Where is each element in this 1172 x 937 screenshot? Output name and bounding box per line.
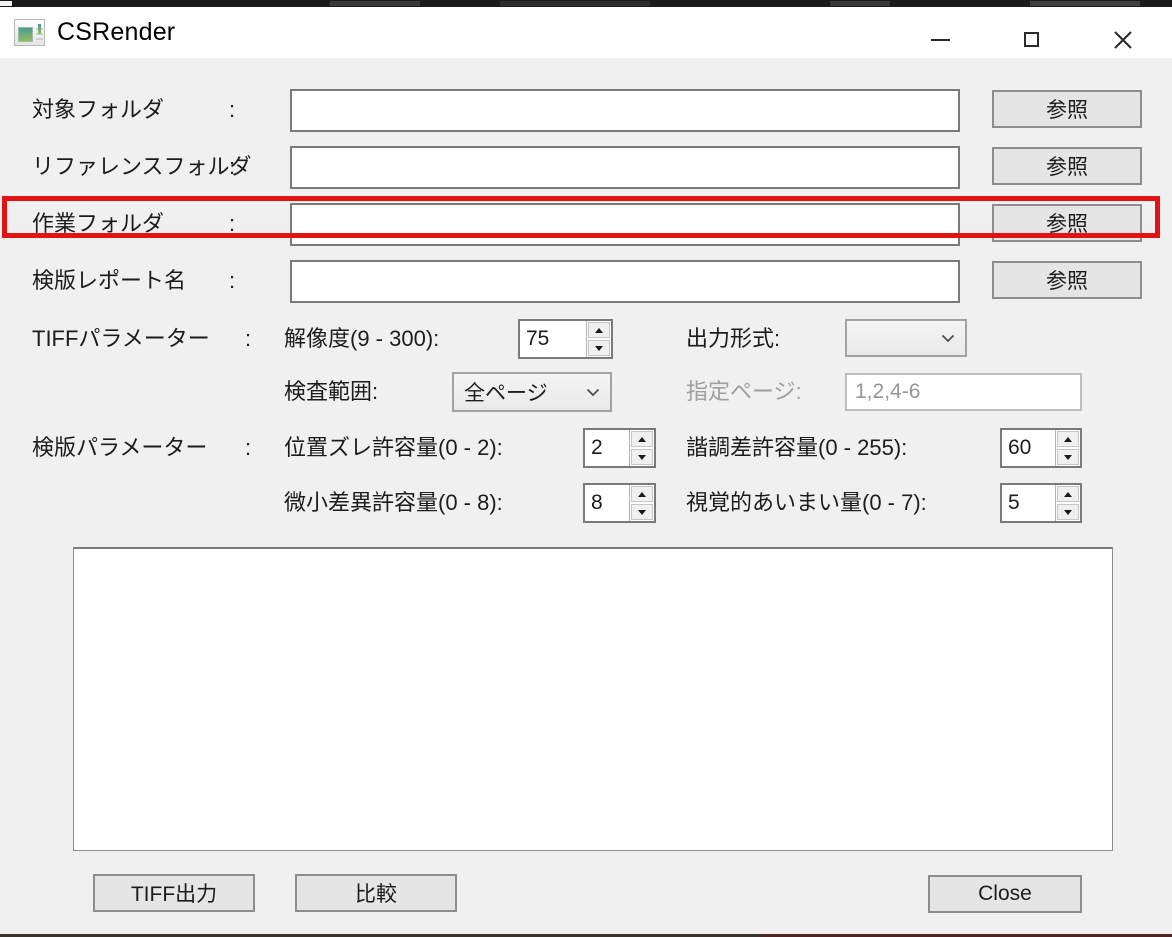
tone-tolerance-spinner — [1000, 428, 1082, 468]
tiff-output-button[interactable]: TIFF出力 — [93, 874, 255, 912]
target-folder-browse-button[interactable]: 参照 — [992, 90, 1142, 128]
work-folder-colon: : — [229, 211, 236, 236]
background-window-edge — [0, 0, 1172, 7]
triangle-down-icon — [595, 345, 603, 351]
scan-range-label: 検査範囲: — [284, 379, 379, 404]
resolution-spinner — [518, 319, 613, 359]
csrender-window: CSRender 対象フォルダ : 参照 リファレンスフォルダ : 参照 作業フ… — [0, 0, 1172, 937]
visual-spin-up-button[interactable] — [1057, 486, 1079, 502]
report-name-input[interactable] — [290, 260, 960, 303]
minor-spin-up-button[interactable] — [631, 486, 653, 502]
triangle-up-icon — [1064, 491, 1072, 497]
resolution-spin-up-button[interactable] — [588, 322, 610, 338]
triangle-down-icon — [1064, 454, 1072, 460]
minor-diff-tolerance-spinner — [583, 483, 656, 523]
scan-range-select[interactable]: 全ページ — [452, 372, 612, 412]
pages-label: 指定ページ: — [686, 379, 802, 404]
minor-diff-tolerance-input[interactable] — [585, 485, 629, 521]
pages-input[interactable] — [845, 373, 1082, 411]
maximize-button[interactable] — [996, 14, 1066, 65]
chevron-down-icon — [941, 334, 955, 342]
triangle-down-icon — [638, 454, 646, 460]
reference-folder-colon: : — [229, 154, 236, 179]
tone-tolerance-label: 諧調差許容量(0 - 255): — [686, 435, 908, 460]
window-title: CSRender — [57, 18, 176, 46]
triangle-up-icon — [1064, 436, 1072, 442]
app-icon — [14, 19, 45, 46]
tone-tolerance-input[interactable] — [1002, 430, 1055, 466]
triangle-up-icon — [638, 436, 646, 442]
resolution-spin-down-button[interactable] — [588, 340, 610, 356]
resolution-spinner-input[interactable] — [520, 321, 586, 357]
target-folder-input[interactable] — [290, 89, 960, 132]
report-name-colon: : — [229, 268, 236, 293]
visual-ambiguity-label: 視覚的あいまい量(0 - 7): — [686, 490, 927, 515]
minimize-button[interactable] — [905, 14, 975, 65]
inspection-params-label: 検版パラメーター — [32, 435, 208, 460]
resolution-label: 解像度(9 - 300): — [284, 326, 440, 351]
triangle-down-icon — [638, 509, 646, 515]
target-folder-colon: : — [229, 97, 236, 122]
title-bar[interactable]: CSRender — [0, 7, 1172, 58]
work-folder-input[interactable] — [290, 203, 960, 246]
reference-folder-input[interactable] — [290, 146, 960, 189]
visual-spin-down-button[interactable] — [1057, 504, 1079, 520]
work-folder-browse-button[interactable]: 参照 — [992, 204, 1142, 242]
visual-ambiguity-spinner — [1000, 483, 1082, 523]
tone-spin-up-button[interactable] — [1057, 431, 1079, 447]
chevron-down-icon — [586, 388, 600, 396]
visual-ambiguity-input[interactable] — [1002, 485, 1055, 521]
triangle-up-icon — [595, 327, 603, 333]
compare-button[interactable]: 比較 — [295, 874, 457, 912]
minor-spin-down-button[interactable] — [631, 504, 653, 520]
tone-spin-down-button[interactable] — [1057, 449, 1079, 465]
work-folder-label: 作業フォルダ — [32, 211, 165, 236]
close-button[interactable]: Close — [928, 875, 1082, 913]
minimize-icon — [930, 38, 950, 41]
position-tolerance-spinner — [583, 428, 656, 468]
close-icon — [1114, 30, 1132, 49]
scan-range-value: 全ページ — [464, 382, 548, 405]
tiff-params-colon: : — [245, 326, 252, 351]
log-output-area[interactable] — [73, 547, 1113, 851]
position-tolerance-label: 位置ズレ許容量(0 - 2): — [284, 435, 503, 460]
inspection-params-colon: : — [245, 435, 252, 460]
position-spin-up-button[interactable] — [631, 431, 653, 447]
close-window-button[interactable] — [1088, 14, 1158, 65]
reference-folder-browse-button[interactable]: 参照 — [992, 147, 1142, 185]
triangle-down-icon — [1064, 509, 1072, 515]
triangle-up-icon — [638, 491, 646, 497]
tiff-params-label: TIFFパラメーター — [32, 326, 210, 351]
report-name-browse-button[interactable]: 参照 — [992, 261, 1142, 299]
position-spin-down-button[interactable] — [631, 449, 653, 465]
target-folder-label: 対象フォルダ — [32, 97, 165, 122]
output-format-label: 出力形式: — [686, 326, 781, 351]
reference-folder-label: リファレンスフォルダ — [32, 154, 252, 179]
minor-diff-tolerance-label: 微小差異許容量(0 - 8): — [284, 490, 503, 515]
position-tolerance-input[interactable] — [585, 430, 629, 466]
report-name-label: 検版レポート名 — [32, 268, 187, 293]
output-format-select[interactable] — [845, 319, 967, 357]
maximize-icon — [1023, 32, 1039, 47]
